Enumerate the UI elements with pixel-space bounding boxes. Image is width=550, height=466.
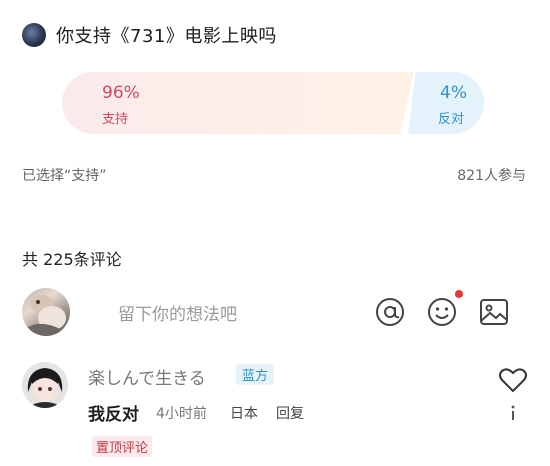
comment-count: 共 225条评论 (22, 250, 122, 269)
emoji-icon[interactable] (426, 296, 458, 328)
comment-input-row: 留下你的想法吧 (22, 288, 532, 336)
selected-choice-text: 已选择“支持” (22, 168, 107, 184)
avatar-photo-icon (26, 295, 66, 336)
poll-title: 你支持《731》电影上映吗 (56, 26, 277, 47)
at-icon[interactable] (374, 296, 406, 328)
comment-text: 我反对 (88, 405, 139, 425)
notification-dot (455, 290, 463, 298)
comment-location: 日本 (230, 406, 258, 422)
commenter-avatar[interactable] (22, 362, 68, 408)
support-label: 支持 (102, 112, 129, 127)
reply-button[interactable]: 回复 (276, 403, 304, 423)
image-icon[interactable] (478, 296, 510, 328)
support-percent: 96% (102, 83, 140, 103)
comment-item: 楽しんで生きる 蓝方 我反对 4小时前 日本 回复 置顶评论 (22, 358, 532, 458)
pinned-badge: 置顶评论 (92, 436, 153, 457)
my-avatar (22, 288, 70, 336)
commenter-username[interactable]: 楽しんで生きる (88, 364, 206, 389)
oppose-label: 反对 (438, 112, 465, 127)
comment-input[interactable]: 留下你的想法吧 (118, 300, 237, 325)
more-options-icon[interactable] (506, 404, 520, 422)
vote-bar: 96% 支持 4% 反对 (62, 72, 484, 134)
like-heart-icon[interactable] (498, 366, 528, 394)
poll-header: 你支持《731》电影上映吗 (22, 22, 277, 48)
side-badge: 蓝方 (236, 364, 275, 385)
comment-time: 4小时前 (156, 406, 207, 422)
anime-avatar-icon (22, 362, 68, 408)
participant-count: 821人参与 (457, 168, 526, 184)
poll-topic-avatar (22, 23, 46, 47)
oppose-percent: 4% (440, 83, 467, 103)
